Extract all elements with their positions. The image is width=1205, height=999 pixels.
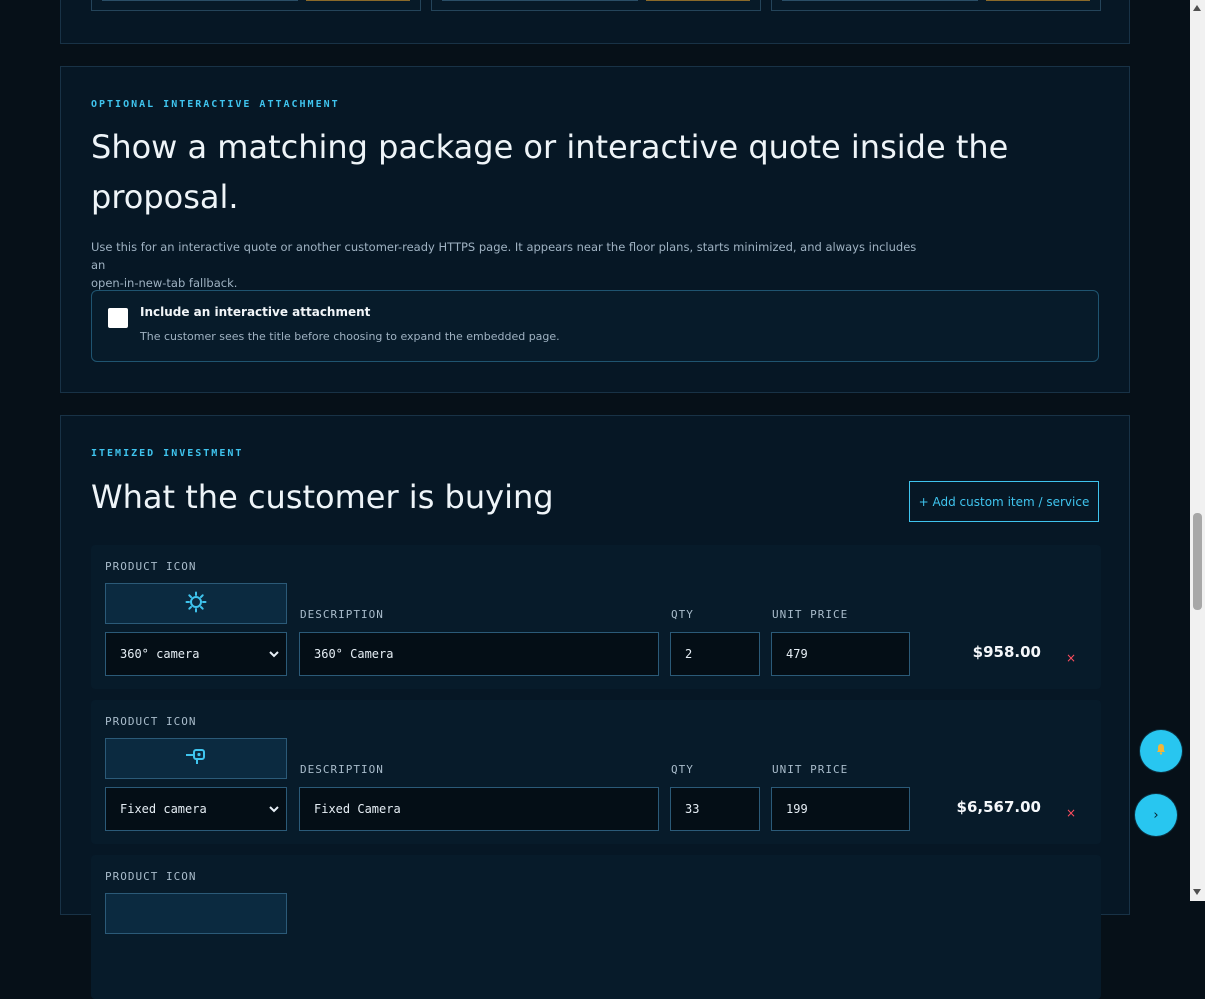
product-icon-picker[interactable]: [105, 893, 287, 934]
attachment-title-line2: proposal.: [91, 178, 239, 216]
attachment-description: Use this for an interactive quote or ano…: [91, 238, 921, 292]
chevron-down-icon: [269, 651, 279, 658]
description-label: DESCRIPTION: [300, 763, 384, 776]
description-value: Fixed Camera: [314, 802, 401, 816]
description-label: DESCRIPTION: [300, 608, 384, 621]
unit-price-input[interactable]: 479: [771, 632, 910, 676]
attachment-eyebrow: OPTIONAL INTERACTIVE ATTACHMENT: [91, 99, 340, 110]
qty-label: QTY: [671, 608, 694, 621]
add-custom-item-button[interactable]: + Add custom item / service: [909, 481, 1099, 522]
scroll-down-arrow-icon[interactable]: [1193, 889, 1201, 895]
chevron-right-icon: ›: [1153, 807, 1159, 823]
product-icon-picker[interactable]: [105, 738, 287, 779]
previous-button[interactable]: [306, 0, 410, 1]
investment-eyebrow: ITEMIZED INVESTMENT: [91, 448, 244, 459]
attachment-title-line1: Show a matching package or interactive q…: [91, 128, 1009, 166]
previous-card: [771, 0, 1101, 11]
itemized-investment-panel: ITEMIZED INVESTMENT What the customer is…: [60, 415, 1130, 999]
page-scrollbar[interactable]: [1190, 0, 1205, 901]
line-item-row: PRODUCT ICON DESCRIPTION QTY UNIT PRICE …: [91, 700, 1101, 844]
fixed-camera-icon: [184, 747, 208, 771]
scroll-up-arrow-icon[interactable]: [1193, 5, 1201, 11]
product-icon-label: PRODUCT ICON: [105, 715, 197, 728]
product-select-value: 360° camera: [120, 647, 200, 661]
line-total: $958.00: [972, 643, 1041, 661]
previous-button[interactable]: [646, 0, 750, 1]
attachment-option[interactable]: Include an interactive attachment The cu…: [91, 290, 1099, 362]
bell-icon: [1155, 743, 1167, 759]
line-item-row: PRODUCT ICON DESCRIPTION QTY UNIT PRICE …: [91, 545, 1101, 689]
line-item-row: PRODUCT ICON: [91, 855, 1101, 999]
description-input[interactable]: 360° Camera: [299, 632, 659, 676]
product-icon-label: PRODUCT ICON: [105, 560, 197, 573]
previous-card: [431, 0, 761, 11]
previous-button[interactable]: [986, 0, 1090, 1]
attachment-description-line1: Use this for an interactive quote or ano…: [91, 240, 917, 272]
product-select[interactable]: Fixed camera: [105, 787, 287, 831]
line-total: $6,567.00: [956, 798, 1041, 816]
chevron-down-icon: [269, 806, 279, 813]
include-attachment-checkbox[interactable]: [108, 308, 128, 328]
notifications-button[interactable]: [1140, 730, 1182, 772]
product-select[interactable]: 360° camera: [105, 632, 287, 676]
attachment-title: Show a matching package or interactive q…: [91, 122, 1008, 222]
description-input[interactable]: Fixed Camera: [299, 787, 659, 831]
previous-field[interactable]: [782, 0, 978, 1]
include-attachment-help: The customer sees the title before choos…: [140, 330, 560, 343]
next-button[interactable]: ›: [1135, 794, 1177, 836]
description-value: 360° Camera: [314, 647, 394, 661]
qty-value: 33: [685, 802, 700, 816]
previous-field[interactable]: [442, 0, 638, 1]
unit-price-value: 199: [786, 802, 808, 816]
qty-label: QTY: [671, 763, 694, 776]
product-select-value: Fixed camera: [120, 802, 207, 816]
remove-item-button[interactable]: ×: [1066, 806, 1076, 820]
qty-value: 2: [685, 647, 693, 661]
unit-price-label: UNIT PRICE: [772, 608, 849, 621]
qty-input[interactable]: 33: [670, 787, 760, 831]
previous-card: [91, 0, 421, 11]
sun-gear-icon: [185, 591, 207, 617]
scrollbar-thumb[interactable]: [1193, 513, 1202, 610]
attachment-description-line2: open-in-new-tab fallback.: [91, 276, 238, 290]
investment-title: What the customer is buying: [91, 478, 554, 516]
previous-section-panel: [60, 0, 1130, 44]
unit-price-value: 479: [786, 647, 808, 661]
unit-price-label: UNIT PRICE: [772, 763, 849, 776]
remove-item-button[interactable]: ×: [1066, 651, 1076, 665]
unit-price-input[interactable]: 199: [771, 787, 910, 831]
product-icon-label: PRODUCT ICON: [105, 870, 197, 883]
product-icon-picker[interactable]: [105, 583, 287, 624]
include-attachment-label: Include an interactive attachment: [140, 305, 371, 319]
previous-field[interactable]: [102, 0, 298, 1]
attachment-panel: OPTIONAL INTERACTIVE ATTACHMENT Show a m…: [60, 66, 1130, 393]
qty-input[interactable]: 2: [670, 632, 760, 676]
